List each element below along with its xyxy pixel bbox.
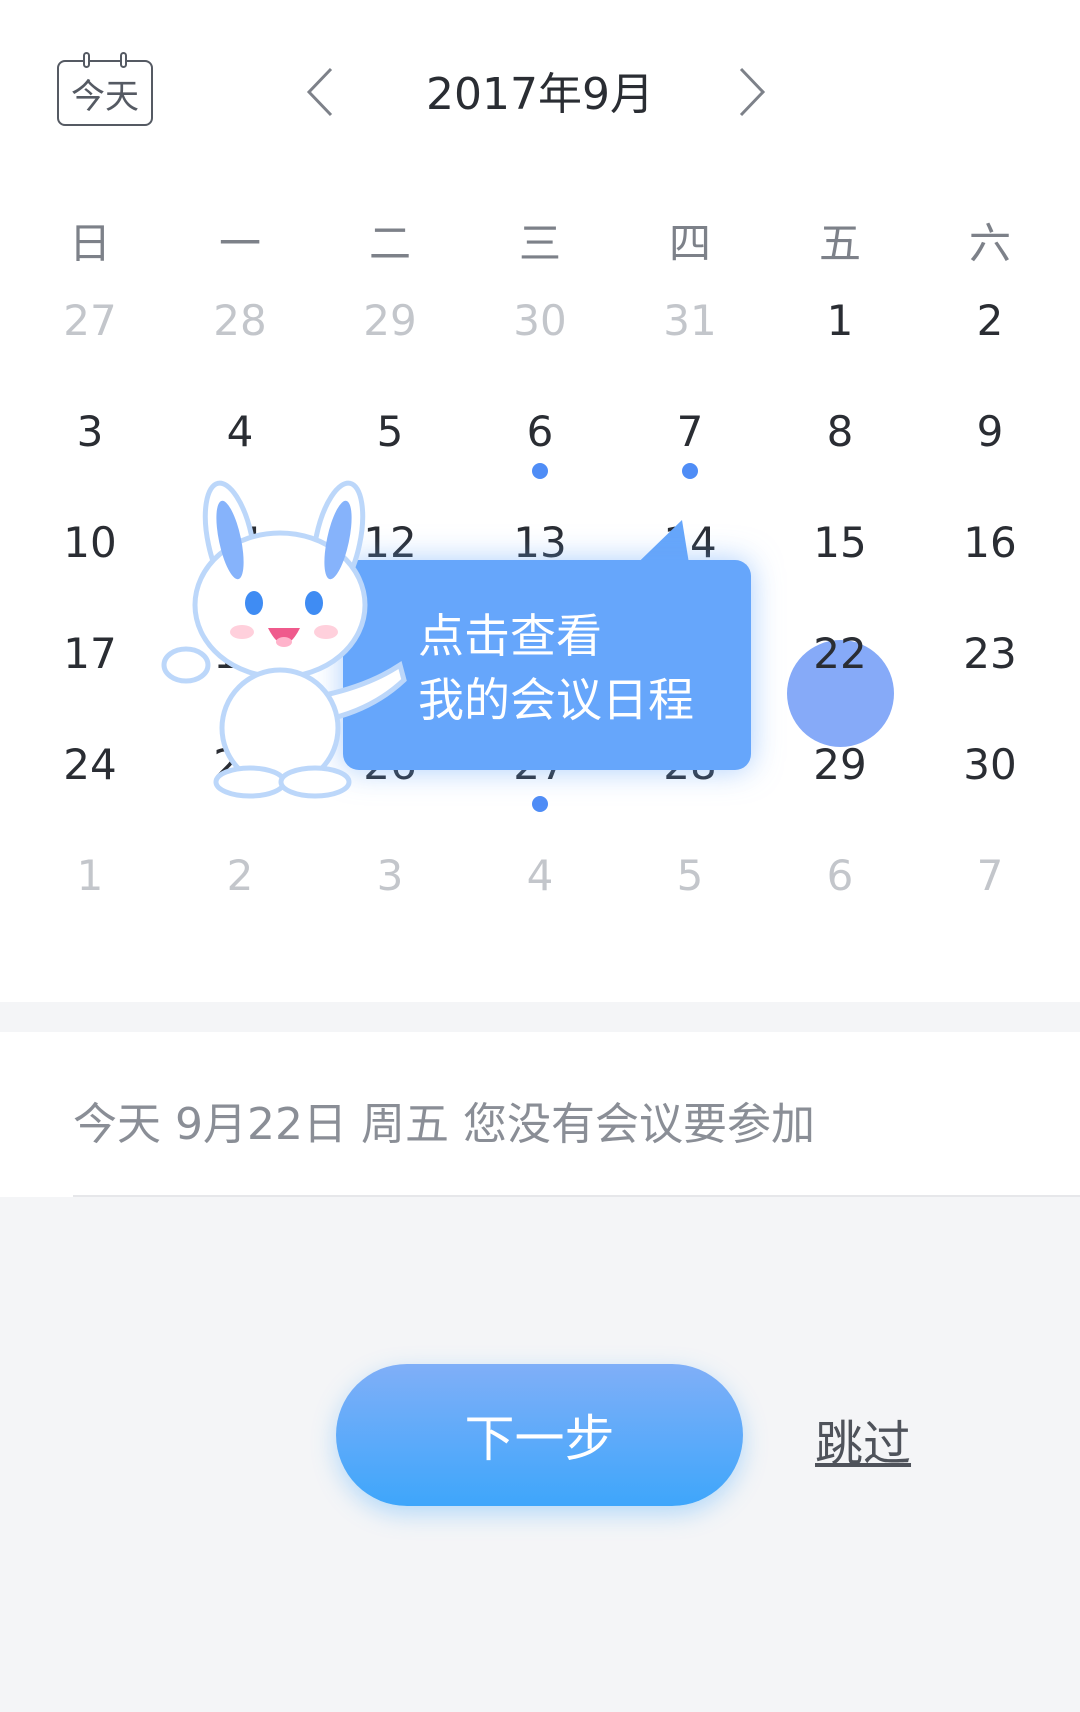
event-dot-indicator — [532, 796, 548, 812]
day-cell[interactable]: 29 — [765, 724, 915, 804]
day-cell[interactable]: 9 — [915, 391, 1065, 471]
day-cell[interactable]: 15 — [765, 502, 915, 582]
day-cell-selected[interactable]: 22 — [765, 613, 915, 693]
weekday-label: 一 — [218, 219, 261, 268]
day-cell[interactable]: 2 — [915, 280, 1065, 360]
day-cell[interactable]: 30 — [465, 280, 615, 360]
day-cell[interactable]: 7 — [915, 835, 1065, 915]
today-label: 今天 — [71, 76, 139, 117]
event-dot-indicator — [682, 463, 698, 479]
day-cell[interactable]: 6 — [765, 835, 915, 915]
next-month-button[interactable] — [722, 62, 782, 122]
divider — [73, 1195, 1080, 1197]
weekday-label: 六 — [968, 219, 1011, 268]
tooltip-line: 我的会议日程 — [418, 673, 694, 727]
bunny-mascot-icon — [161, 480, 407, 799]
day-cell[interactable]: 31 — [615, 280, 765, 360]
day-cell[interactable]: 4 — [165, 391, 315, 471]
day-cell[interactable]: 29 — [315, 280, 465, 360]
day-info-text: 今天 9月22日 周五 您没有会议要参加 — [73, 1099, 815, 1150]
day-cell[interactable]: 16 — [915, 502, 1065, 582]
day-cell[interactable]: 3 — [15, 391, 165, 471]
skip-link[interactable]: 跳过 — [815, 1404, 911, 1474]
day-cell[interactable]: 28 — [165, 280, 315, 360]
tooltip-text: 点击查看 我的会议日程 — [418, 604, 738, 732]
day-cell[interactable]: 24 — [15, 724, 165, 804]
day-cell[interactable]: 4 — [465, 835, 615, 915]
month-title: 2017年9月 — [426, 69, 654, 120]
day-cell[interactable]: 5 — [615, 835, 765, 915]
weekday-label: 二 — [368, 219, 411, 268]
day-cell[interactable]: 10 — [15, 502, 165, 582]
day-cell[interactable]: 23 — [915, 613, 1065, 693]
day-cell[interactable]: 8 — [765, 391, 915, 471]
day-cell[interactable]: 5 — [315, 391, 465, 471]
day-cell[interactable]: 27 — [15, 280, 165, 360]
calendar-ring-icon — [83, 52, 90, 68]
tooltip-line: 点击查看 — [418, 609, 602, 663]
day-cell[interactable]: 7 — [615, 391, 765, 471]
day-cell[interactable]: 30 — [915, 724, 1065, 804]
weekday-label: 五 — [818, 219, 861, 268]
weekday-header: 日 一 二 三 四 五 六 — [0, 210, 1080, 272]
day-cell[interactable]: 3 — [315, 835, 465, 915]
next-step-button[interactable]: 下一步 — [336, 1364, 743, 1506]
weekday-label: 四 — [668, 219, 711, 268]
day-cell[interactable]: 17 — [15, 613, 165, 693]
day-cell[interactable]: 6 — [465, 391, 615, 471]
day-cell[interactable]: 1 — [15, 835, 165, 915]
day-cell[interactable]: 2 — [165, 835, 315, 915]
day-cell[interactable]: 1 — [765, 280, 915, 360]
weekday-label: 三 — [518, 219, 561, 268]
prev-month-button[interactable] — [290, 62, 350, 122]
event-dot-indicator — [532, 463, 548, 479]
chevron-left-icon — [306, 67, 333, 117]
weekday-label: 日 — [68, 219, 111, 268]
today-button[interactable]: 今天 — [57, 52, 153, 126]
calendar-ring-icon — [120, 52, 127, 68]
chevron-right-icon — [739, 67, 766, 117]
